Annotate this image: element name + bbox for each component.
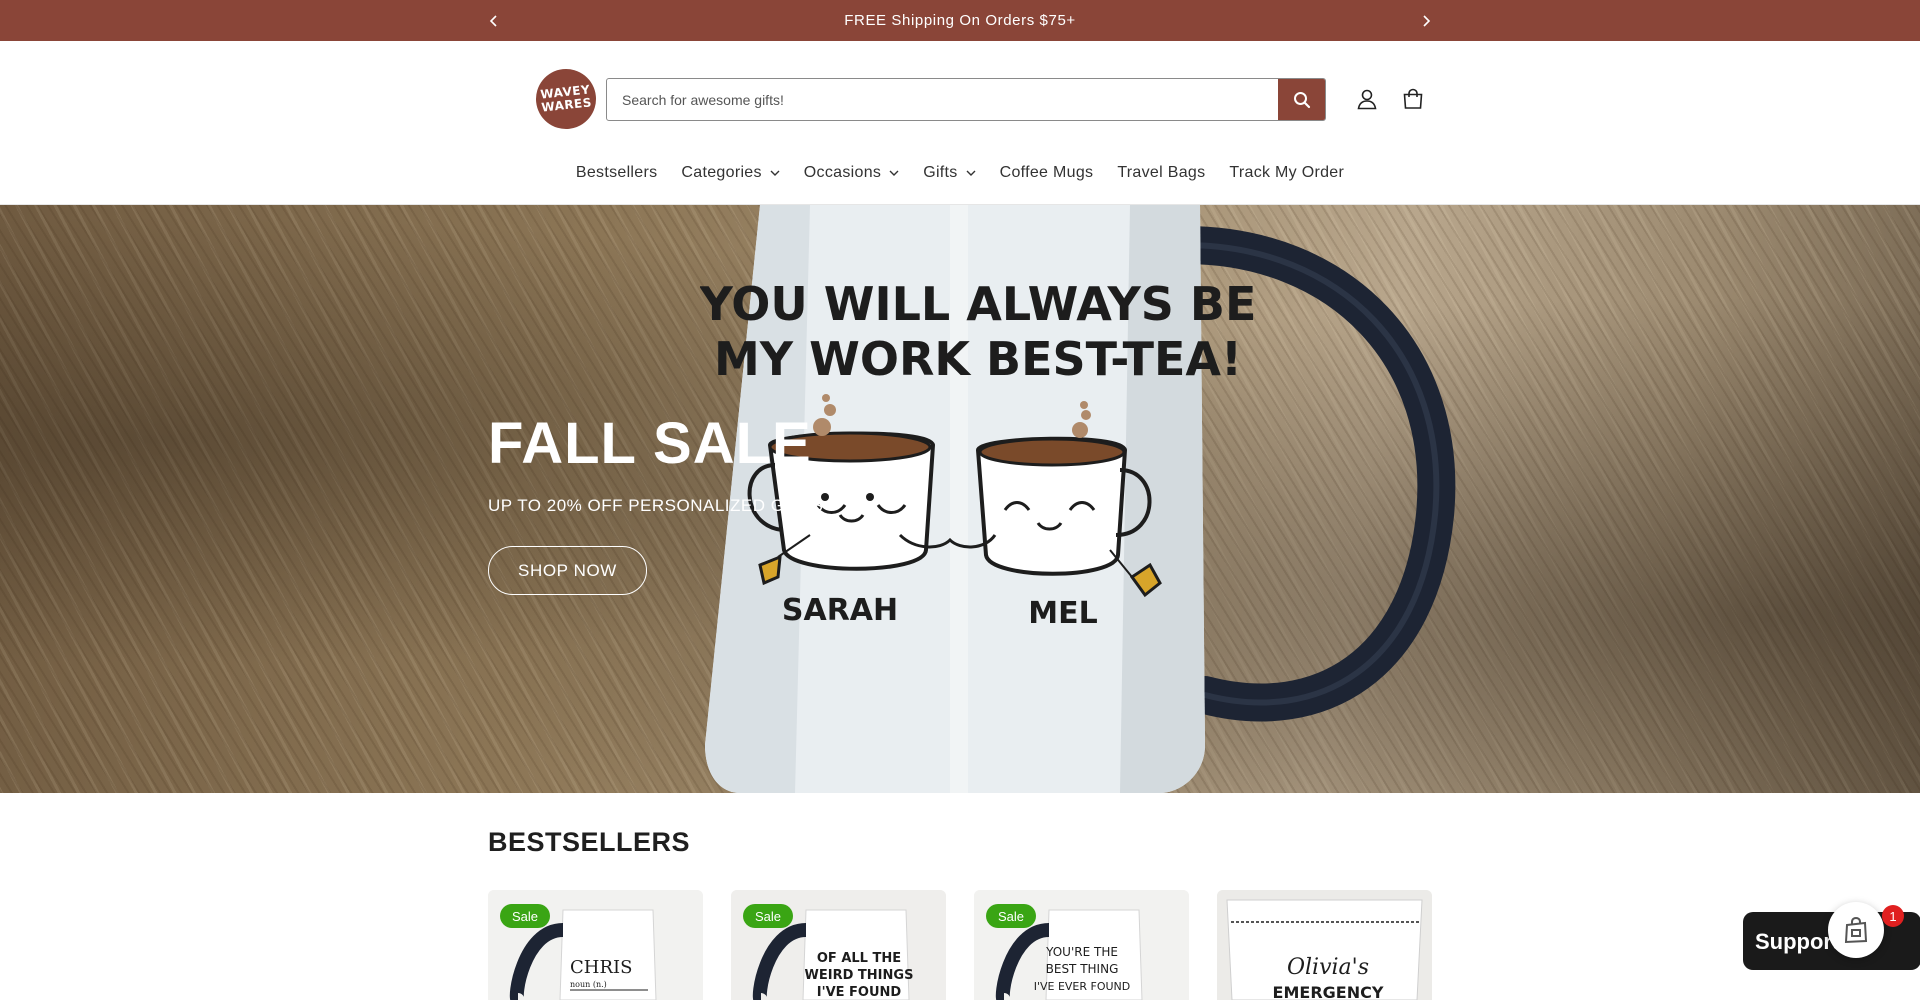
mug-line2: MY WORK BEST-TEA! xyxy=(714,332,1242,386)
sale-badge: Sale xyxy=(986,904,1037,928)
product-art-line2: WEIRD THINGS xyxy=(805,968,914,983)
support-label: Support xyxy=(1755,929,1840,954)
cart-button[interactable] xyxy=(1397,83,1429,115)
chevron-down-icon xyxy=(770,170,780,176)
cart-icon xyxy=(1403,88,1423,109)
nav-label: Track My Order xyxy=(1229,164,1345,181)
chat-unread-count: 1 xyxy=(1882,905,1904,927)
main-nav: Bestsellers Categories Occasions Gifts C… xyxy=(0,158,1920,188)
announcement-bar: FREE Shipping On Orders $75+ xyxy=(0,0,1920,41)
chevron-right-icon xyxy=(1423,14,1431,27)
user-icon xyxy=(1357,89,1377,110)
nav-label: Categories xyxy=(681,164,762,181)
nav-label: Coffee Mugs xyxy=(999,164,1094,181)
hero-banner: YOU WILL ALWAYS BE MY WORK BEST-TEA! SAR… xyxy=(0,205,1920,793)
shop-now-button[interactable]: SHOP NOW xyxy=(488,546,647,595)
product-art-line2: noun (n.) xyxy=(570,980,607,989)
mug-name2: MEL xyxy=(1028,596,1097,631)
chevron-down-icon xyxy=(889,170,899,176)
sale-badge: Sale xyxy=(500,904,551,928)
product-art-line1: YOU'RE THE xyxy=(1045,945,1118,959)
search-bar xyxy=(606,78,1326,121)
nav-item-travel-bags[interactable]: Travel Bags xyxy=(1105,164,1217,182)
nav-item-categories[interactable]: Categories xyxy=(669,164,791,182)
product-art-line3: I'VE EVER FOUND xyxy=(1034,980,1131,993)
product-art-line1: CHRIS xyxy=(570,957,632,978)
chat-bubble[interactable] xyxy=(1828,902,1884,958)
nav-item-coffee-mugs[interactable]: Coffee Mugs xyxy=(988,164,1106,182)
nav-item-bestsellers[interactable]: Bestsellers xyxy=(564,164,670,182)
site-logo[interactable]: WAVEY WARES xyxy=(533,66,599,132)
product-card[interactable]: YOU'RE THE BEST THING I'VE EVER FOUND Sa… xyxy=(974,890,1189,1000)
nav-label: Bestsellers xyxy=(575,164,658,181)
search-icon xyxy=(1293,91,1310,108)
product-art-line1: Olivia's xyxy=(1287,955,1369,980)
hero-subtitle: UP TO 20% OFF PERSONALIZED GIFTS xyxy=(488,496,824,515)
sale-badge: Sale xyxy=(743,904,794,928)
chevron-down-icon xyxy=(966,170,976,176)
nav-label: Gifts xyxy=(923,164,958,181)
nav-label: Travel Bags xyxy=(1117,164,1206,181)
shopping-bag-icon xyxy=(1844,916,1868,944)
bestsellers-title: BESTSELLERS xyxy=(488,827,691,857)
nav-item-track-order[interactable]: Track My Order xyxy=(1217,164,1356,182)
announcement-text: FREE Shipping On Orders $75+ xyxy=(844,12,1076,29)
product-art-line2: BEST THING xyxy=(1046,962,1119,976)
logo-line2: WARES xyxy=(540,95,593,115)
product-card[interactable]: OF ALL THE WEIRD THINGS I'VE FOUND Sale xyxy=(731,890,946,1000)
search-input[interactable] xyxy=(607,79,1278,120)
nav-label: Occasions xyxy=(803,164,882,181)
nav-item-occasions[interactable]: Occasions xyxy=(792,164,911,182)
product-art-line1: OF ALL THE xyxy=(817,951,901,966)
product-card[interactable]: CHRIS noun (n.) Sale xyxy=(488,890,703,1000)
product-image: Olivia's EMERGENCY xyxy=(1217,890,1432,1000)
mug-line1: YOU WILL ALWAYS BE xyxy=(700,277,1256,331)
announcement-next-button[interactable] xyxy=(1411,0,1441,41)
search-button[interactable] xyxy=(1278,79,1325,120)
hero-title: FALL SALE xyxy=(488,411,812,476)
product-art-line2: EMERGENCY xyxy=(1273,983,1384,1000)
account-button[interactable] xyxy=(1351,83,1383,115)
nav-item-gifts[interactable]: Gifts xyxy=(911,164,987,182)
mug-name1: SARAH xyxy=(782,593,898,628)
site-header: WAVEY WARES Bestsellers Categories Occas… xyxy=(0,41,1920,205)
product-card[interactable]: Olivia's EMERGENCY xyxy=(1217,890,1432,1000)
